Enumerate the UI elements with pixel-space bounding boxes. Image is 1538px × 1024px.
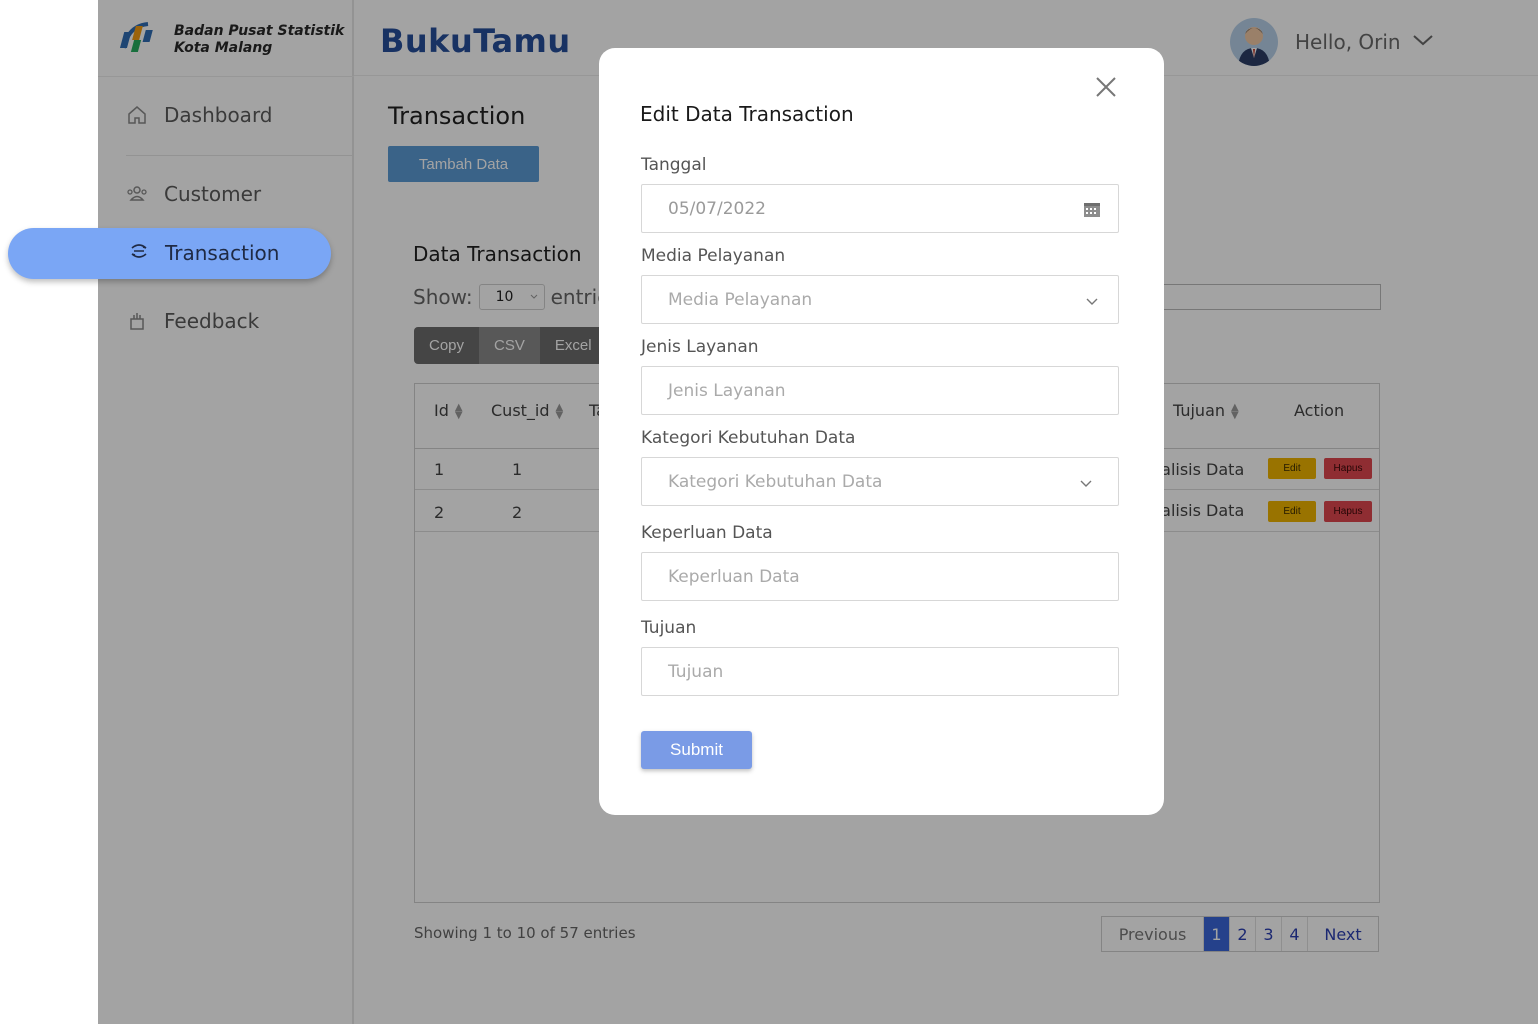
chevron-down-icon: [1085, 293, 1103, 311]
calendar-icon[interactable]: [1083, 200, 1101, 218]
jenis-layanan-input[interactable]: Jenis Layanan: [641, 366, 1119, 415]
chevron-down-icon: [1079, 475, 1097, 493]
tanggal-value: 05/07/2022: [668, 199, 766, 219]
media-pelayanan-select[interactable]: Media Pelayanan: [641, 275, 1119, 324]
jenis-layanan-label: Jenis Layanan: [641, 337, 759, 357]
sidebar-item-label: Transaction: [165, 241, 280, 265]
tanggal-label: Tanggal: [641, 155, 707, 175]
media-pelayanan-label: Media Pelayanan: [641, 246, 786, 266]
tujuan-placeholder: Tujuan: [668, 662, 724, 682]
submit-button[interactable]: Submit: [641, 731, 752, 769]
kategori-placeholder: Kategori Kebutuhan Data: [668, 472, 883, 492]
keperluan-input[interactable]: Keperluan Data: [641, 552, 1119, 601]
keperluan-placeholder: Keperluan Data: [668, 567, 800, 587]
modal-title: Edit Data Transaction: [640, 102, 854, 126]
tujuan-input[interactable]: Tujuan: [641, 647, 1119, 696]
jenis-layanan-placeholder: Jenis Layanan: [668, 381, 786, 401]
edit-transaction-modal: Edit Data Transaction Tanggal 05/07/2022…: [599, 48, 1164, 815]
transaction-icon: [128, 240, 150, 262]
keperluan-label: Keperluan Data: [641, 523, 773, 543]
page-margin: [0, 0, 98, 1024]
tanggal-field[interactable]: 05/07/2022: [641, 184, 1119, 233]
tujuan-label: Tujuan: [641, 618, 697, 638]
close-icon[interactable]: [1095, 76, 1117, 98]
sidebar-item-transaction[interactable]: Transaction: [8, 228, 331, 279]
kategori-label: Kategori Kebutuhan Data: [641, 428, 856, 448]
media-pelayanan-placeholder: Media Pelayanan: [668, 290, 813, 310]
kategori-select[interactable]: Kategori Kebutuhan Data: [641, 457, 1119, 506]
